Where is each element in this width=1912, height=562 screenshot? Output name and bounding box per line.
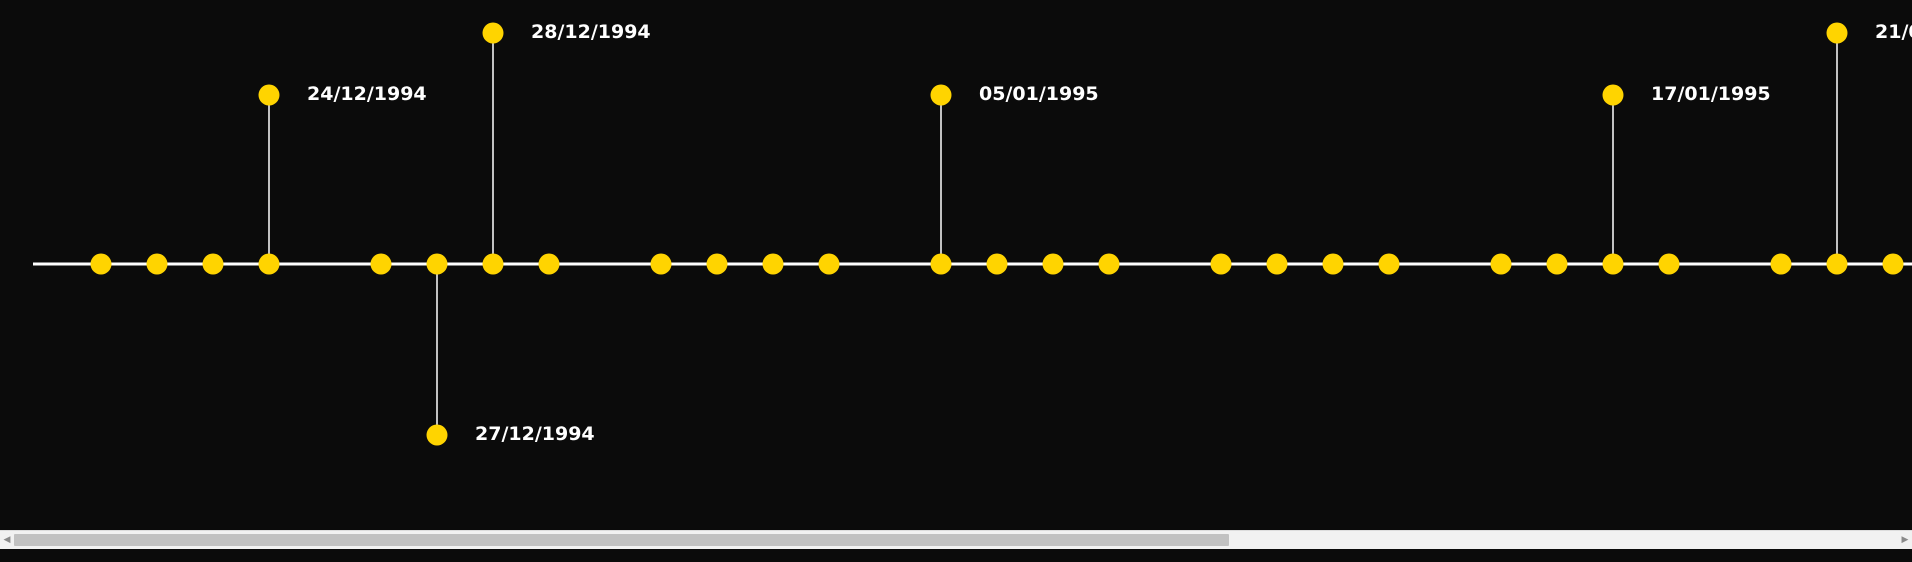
event-label: 24/12/1994 [307,83,427,105]
scrollbar-thumb[interactable] [14,534,1229,546]
event-label: 17/01/1995 [1651,83,1771,105]
scroll-right-icon[interactable]: ▶ [1898,531,1912,549]
scroll-left-icon[interactable]: ◀ [0,531,14,549]
horizontal-scrollbar[interactable]: ◀ ▶ [0,530,1912,549]
event-label: 27/12/1994 [475,423,595,445]
event-label: 21/0 [1875,21,1912,43]
event-labels: 24/12/1994 28/12/1994 27/12/1994 05/01/1995… [0,0,1912,530]
event-label: 05/01/1995 [979,83,1099,105]
bottom-strip [0,549,1912,562]
event-label: 28/12/1994 [531,21,651,43]
